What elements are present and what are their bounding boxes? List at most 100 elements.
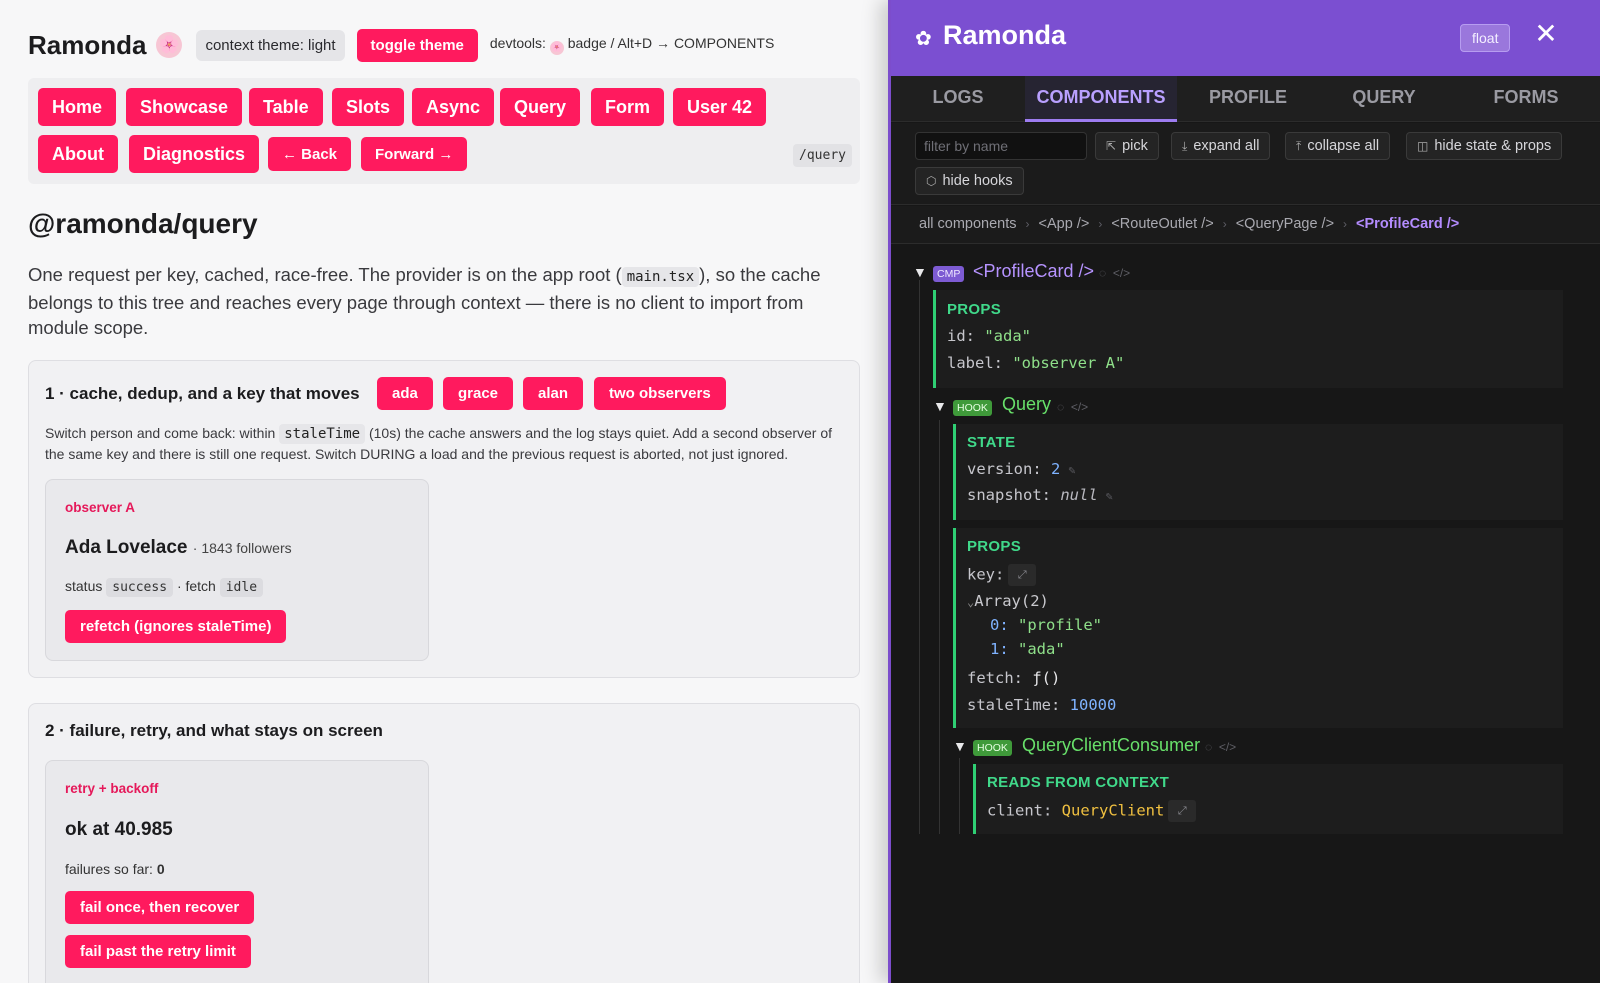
nav-async[interactable]: Async [412, 88, 495, 126]
prop-value[interactable]: ƒ() [1032, 669, 1060, 687]
followers-count: · 1843 followers [192, 540, 292, 556]
edit-pencil-icon[interactable]: ✎ [1106, 489, 1113, 503]
state-label: STATE [967, 434, 1016, 451]
person-alan-button[interactable]: alan [523, 377, 584, 410]
tab-forms[interactable]: FORMS [1449, 76, 1600, 122]
prop-key: label: [947, 354, 1003, 372]
context-panel: READS FROM CONTEXT client: QueryClient ⤢ [973, 764, 1563, 834]
highlight-icon[interactable]: ◌ [1205, 740, 1212, 754]
context-value[interactable]: QueryClient [1062, 802, 1165, 820]
close-icon[interactable]: ✕ [1533, 20, 1559, 48]
array-item: 1: "ada" [990, 640, 1065, 658]
node-actions: ◌ </> [1057, 400, 1088, 414]
tab-logs[interactable]: LOGS [891, 76, 1025, 122]
array-index: 0: [990, 616, 1009, 634]
collapse-triangle-icon[interactable]: ▼ [913, 264, 927, 280]
props-panel-query: PROPS key: ⤢ ⌄Array(2) 0: "profile" 1: "a… [953, 528, 1563, 728]
devtools-toolbar: ⇱ pick ⤓ expand all ⤒ collapse all ◫ hide st… [891, 123, 1600, 205]
nav-slots[interactable]: Slots [332, 88, 405, 126]
node-query-client-consumer[interactable]: QueryClientConsumer [1022, 735, 1200, 756]
tab-query[interactable]: QUERY [1319, 76, 1449, 122]
refetch-button[interactable]: refetch (ignores staleTime) [65, 610, 287, 643]
cursor-icon: ⇱ [1106, 139, 1117, 153]
person-ada-button[interactable]: ada [377, 377, 433, 410]
toggle-theme-button[interactable]: toggle theme [356, 28, 478, 62]
breadcrumb-all-components[interactable]: all components [919, 216, 1017, 232]
breadcrumb-separator-icon: › [1343, 217, 1348, 231]
nav-about[interactable]: About [38, 135, 118, 173]
collapse-all-button[interactable]: ⤒ collapse all [1285, 132, 1391, 160]
array-label: Array(2) [974, 592, 1049, 610]
nav-forward-button[interactable]: Forward → [361, 137, 468, 171]
highlight-icon[interactable]: ◌ [1057, 400, 1064, 414]
fail-past-limit-button[interactable]: fail past the retry limit [65, 935, 251, 968]
nav-form[interactable]: Form [591, 88, 664, 126]
flower-logo-icon[interactable]: 🌸 [156, 32, 183, 58]
node-profile-card[interactable]: <ProfileCard /> [973, 261, 1094, 282]
prop-value[interactable]: "ada" [984, 327, 1031, 345]
collapse-triangle-icon[interactable]: ▼ [933, 398, 947, 414]
prop-id: id: "ada" [947, 327, 1031, 345]
hide-state-props-button[interactable]: ◫ hide state & props [1406, 132, 1563, 160]
node-actions: ◌ </> [1099, 266, 1130, 280]
status-label: status [65, 578, 103, 594]
expand-value-icon[interactable]: ⤢ [1168, 800, 1197, 822]
expand-all-button[interactable]: ⤓ expand all [1171, 132, 1271, 160]
prop-key: key: [967, 565, 1005, 584]
collapse-triangle-icon[interactable]: ▼ [953, 738, 967, 754]
state-snapshot: snapshot: null ✎ [967, 486, 1113, 504]
prop-stale-time: staleTime: 10000 [967, 696, 1116, 714]
array-item: 0: "profile" [990, 616, 1102, 634]
source-code-icon[interactable]: </> [1071, 400, 1088, 414]
expand-value-icon[interactable]: ⤢ [1008, 564, 1037, 586]
nav-showcase[interactable]: Showcase [126, 88, 243, 126]
state-value[interactable]: 2 [1051, 460, 1060, 478]
filter-input[interactable] [915, 132, 1087, 160]
breadcrumb-route-outlet[interactable]: <RouteOutlet /> [1111, 216, 1213, 232]
tab-components[interactable]: COMPONENTS [1025, 76, 1177, 122]
float-button[interactable]: float [1460, 24, 1511, 52]
nav-home[interactable]: Home [38, 88, 117, 126]
cmp-badge: CMP [933, 266, 965, 282]
lead-text-start: One request per key, cached, race-free. … [28, 264, 622, 285]
source-code-icon[interactable]: </> [1113, 266, 1130, 280]
fail-once-button[interactable]: fail once, then recover [65, 891, 255, 924]
devtools-hint-suffix: badge / Alt+D → COMPONENTS [567, 35, 775, 51]
nav-diagnostics[interactable]: Diagnostics [129, 135, 260, 173]
breadcrumb-query-page[interactable]: <QueryPage /> [1236, 216, 1334, 232]
prop-value[interactable]: "observer A" [1012, 354, 1124, 372]
retry-card: retry + backoff ok at 40.985 failures so… [45, 760, 429, 983]
prop-value[interactable]: 10000 [1070, 696, 1117, 714]
source-code-icon[interactable]: </> [1219, 740, 1236, 754]
two-observers-button[interactable]: two observers [594, 377, 726, 410]
component-tree: ▼ CMP <ProfileCard /> ◌ </> PROPS id: "a… [891, 244, 1600, 983]
devtools-tabs: LOGS COMPONENTS PROFILE QUERY FORMS [891, 76, 1600, 122]
array-index: 1: [990, 640, 1009, 658]
person-grace-button[interactable]: grace [443, 377, 514, 410]
panel-icon: ◫ [1417, 139, 1429, 153]
nav-user-42[interactable]: User 42 [673, 88, 767, 126]
fetch-value: idle [219, 578, 264, 597]
nav-back-button[interactable]: ← Back [268, 137, 352, 171]
section-retry-card: 2 · failure, retry, and what stays on sc… [28, 703, 860, 983]
nav-table[interactable]: Table [249, 88, 323, 126]
node-query-hook[interactable]: Query [1002, 394, 1051, 415]
edit-pencil-icon[interactable]: ✎ [1068, 463, 1075, 477]
breadcrumb-profile-card[interactable]: <ProfileCard /> [1356, 216, 1459, 232]
nav-query[interactable]: Query [500, 88, 581, 126]
prop-label: label: "observer A" [947, 354, 1124, 372]
array-toggle[interactable]: ⌄Array(2) [967, 592, 1049, 610]
app-header: Ramonda 🌸 context theme: light toggle th… [28, 28, 774, 62]
context-client: client: QueryClient ⤢ [987, 800, 1197, 822]
pick-button[interactable]: ⇱ pick [1095, 132, 1159, 160]
hide-hooks-button[interactable]: ⬡ hide hooks [915, 167, 1024, 195]
brand-title: Ramonda [28, 29, 147, 60]
highlight-icon[interactable]: ◌ [1099, 266, 1106, 280]
tab-profile[interactable]: PROFILE [1177, 76, 1319, 122]
breadcrumb-app[interactable]: <App /> [1039, 216, 1090, 232]
array-value[interactable]: "ada" [1018, 640, 1065, 658]
array-value[interactable]: "profile" [1018, 616, 1102, 634]
flower-badge-icon: 🌸 [549, 41, 564, 55]
state-value[interactable]: null [1060, 486, 1097, 504]
retry-label: retry + backoff [65, 781, 159, 796]
